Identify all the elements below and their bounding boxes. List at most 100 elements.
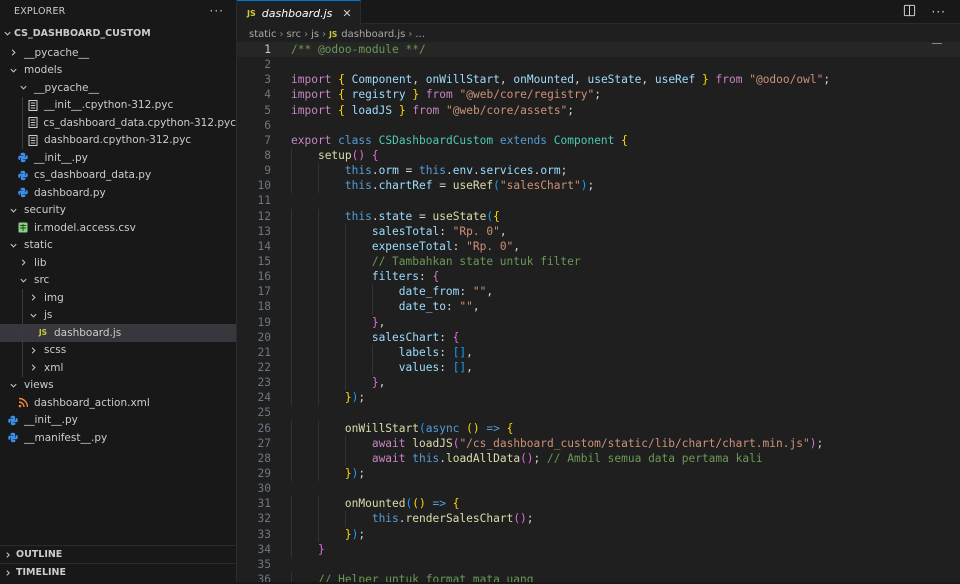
indent-guide: [22, 341, 23, 359]
line-number: 7: [264, 133, 271, 147]
code-token: }: [702, 73, 709, 87]
code-token: }: [371, 315, 379, 329]
code-token: ;: [823, 73, 831, 87]
tree-folder[interactable]: xml: [0, 359, 236, 377]
tree-file[interactable]: __init__.py: [0, 412, 236, 430]
code-token: async: [425, 421, 460, 435]
tree-file[interactable]: dashboard.cpython-312.pyc: [0, 131, 236, 149]
js-file-icon: JS: [329, 29, 338, 39]
editor-tab-bar: JS dashboard.js ✕ ···: [237, 0, 960, 25]
tree-folder[interactable]: security: [0, 202, 236, 220]
line-number: 25: [257, 406, 271, 420]
timeline-section-header[interactable]: TIMELINE: [0, 563, 237, 581]
breadcrumb-symbol[interactable]: ...: [415, 29, 425, 40]
breadcrumb-separator-icon: ›: [322, 28, 327, 40]
file-tree: __pycache__ models __pycache__ __init__.cpy…: [0, 44, 236, 447]
editor-group: JS dashboard.js ✕ ··· static › src › js …: [237, 0, 960, 584]
code-token: ,: [378, 315, 386, 329]
tree-folder[interactable]: __pycache__: [0, 44, 236, 62]
code-token: {: [506, 421, 514, 435]
explorer-root-folder[interactable]: CS_DASHBOARD_CUSTOM: [0, 22, 236, 44]
tree-file[interactable]: cs_dashboard_data.py: [0, 167, 236, 185]
breadcrumb-file[interactable]: dashboard.js: [341, 29, 405, 40]
code-token: :: [439, 330, 453, 344]
split-editor-icon[interactable]: [903, 4, 916, 20]
code-token: onWillStart: [425, 73, 500, 87]
tree-folder[interactable]: scss: [0, 341, 236, 359]
code-token: ;: [533, 451, 548, 465]
tab-dashboard-js[interactable]: JS dashboard.js ✕: [237, 0, 361, 25]
chevron-down-icon: [0, 29, 14, 38]
tree-item-label: __pycache__: [34, 81, 99, 94]
line-number: 21: [257, 345, 271, 359]
code-token: {: [452, 330, 460, 344]
code-token: ,: [378, 376, 386, 390]
tree-folder[interactable]: img: [0, 289, 236, 307]
code-token: await: [371, 451, 406, 465]
tab-label: dashboard.js: [261, 6, 333, 20]
code-token: // Tambahkan state untuk filter: [371, 254, 581, 268]
tree-file[interactable]: dashboard_action.xml: [0, 394, 236, 412]
chevron-down-icon: [6, 66, 20, 75]
outline-section-header[interactable]: OUTLINE: [0, 545, 237, 563]
code-token: .: [439, 451, 446, 465]
code-token: ;: [560, 164, 568, 178]
tree-folder[interactable]: views: [0, 377, 236, 395]
code-line: 35: [237, 557, 960, 572]
tree-file[interactable]: cs_dashboard_data.cpython-312.pyc: [0, 114, 236, 132]
tree-file[interactable]: dashboard.py: [0, 184, 236, 202]
chevron-right-icon: [26, 363, 40, 372]
tree-folder[interactable]: __pycache__: [0, 79, 236, 97]
breadcrumb-item[interactable]: js: [311, 29, 319, 40]
tree-folder[interactable]: lib: [0, 254, 236, 272]
tree-file[interactable]: ir.model.access.csv: [0, 219, 236, 237]
line-number: 35: [257, 557, 271, 571]
breadcrumb-item[interactable]: static: [249, 29, 276, 40]
chevron-right-icon: [0, 551, 16, 559]
code-token: await: [371, 436, 406, 450]
tree-file[interactable]: __manifest__.py: [0, 429, 236, 447]
code-line: 34 }: [237, 541, 960, 557]
code-token: state: [378, 209, 413, 223]
code-token: =: [412, 209, 433, 223]
tree-folder[interactable]: static: [0, 237, 236, 255]
code-editor[interactable]: 1 /** @odoo-module **/ 2 3 import { Componen…: [237, 42, 960, 584]
python-file-icon: [6, 414, 20, 426]
explorer-more-actions-icon[interactable]: ···: [210, 4, 224, 18]
tree-file[interactable]: JS dashboard.js: [0, 324, 236, 342]
editor-more-actions-icon[interactable]: ···: [932, 5, 946, 19]
code-token: env: [452, 164, 473, 178]
code-line: 20 salesChart: {: [237, 329, 960, 345]
code-token: "@odoo/owl": [749, 73, 824, 87]
line-number: 22: [257, 360, 271, 374]
tree-folder[interactable]: models: [0, 62, 236, 80]
code-token: this: [412, 451, 440, 465]
code-token: "/cs_dashboard_custom/static/lib/chart/c…: [459, 436, 810, 450]
code-line: 2: [237, 57, 960, 72]
code-token: {: [338, 103, 345, 117]
code-line: 8 setup() {: [237, 147, 960, 164]
code-text: });: [291, 527, 365, 542]
code-text: import { registry } from "@web/core/regi…: [291, 87, 601, 102]
code-token: CSDashboardCustom: [378, 133, 494, 147]
code-text: values: [],: [291, 360, 473, 375]
tree-file[interactable]: __init__.cpython-312.pyc: [0, 96, 236, 114]
tree-file[interactable]: __init__.py: [0, 149, 236, 167]
pyc-file-icon: [26, 99, 40, 111]
tree-folder[interactable]: js: [0, 306, 236, 324]
tree-folder[interactable]: src: [0, 272, 236, 290]
close-icon[interactable]: ✕: [342, 7, 351, 20]
breadcrumb-item[interactable]: src: [286, 29, 301, 40]
code-token: renderSalesChart: [405, 512, 514, 526]
code-token: ,: [573, 73, 588, 87]
code-text: });: [291, 466, 365, 481]
editor-actions: ···: [903, 4, 946, 20]
line-number: 19: [257, 315, 271, 329]
code-token: (: [493, 179, 500, 193]
code-token: this: [371, 512, 399, 526]
